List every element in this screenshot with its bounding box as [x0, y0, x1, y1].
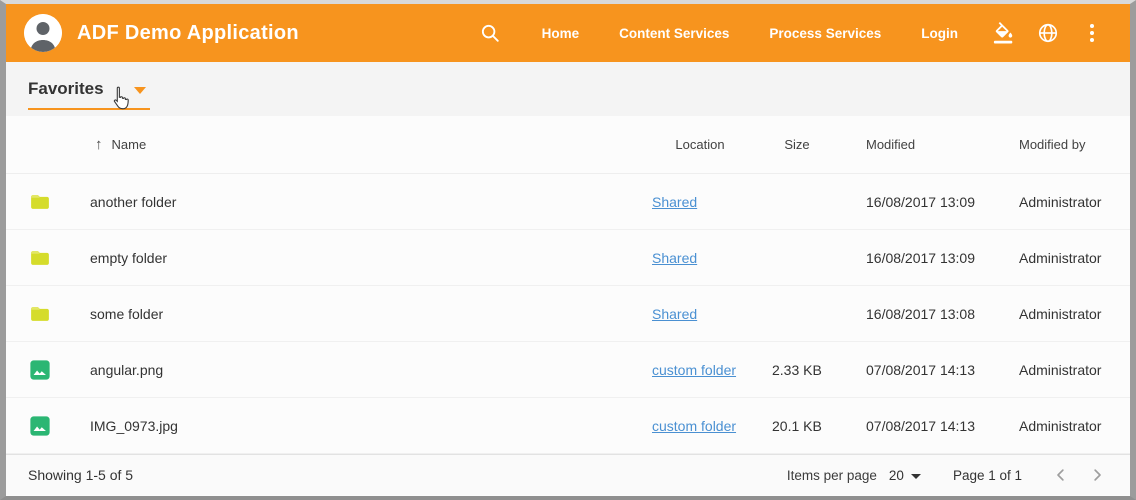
modified-date: 07/08/2017 14:13: [828, 362, 1011, 378]
location-link[interactable]: custom folder: [652, 418, 736, 434]
column-header-name-label: Name: [112, 137, 147, 152]
column-header-modified[interactable]: Modified: [828, 137, 1011, 152]
format-color-fill-icon[interactable]: [992, 21, 1016, 45]
table-header-row: ↑ Name Location Size Modified Modified b…: [6, 116, 1130, 174]
kebab-menu-icon[interactable]: [1080, 21, 1104, 45]
nav-item-process-services[interactable]: Process Services: [769, 26, 881, 41]
location-link[interactable]: custom folder: [652, 362, 736, 378]
pagination-bar: Showing 1-5 of 5 Items per page 20 Page …: [6, 454, 1130, 495]
document-list: ↑ Name Location Size Modified Modified b…: [6, 116, 1130, 454]
modified-by: Administrator: [1011, 418, 1130, 434]
chevron-down-icon: [911, 474, 921, 479]
pager-buttons: [1048, 462, 1110, 488]
file-size: 20.1 KB: [766, 418, 828, 434]
next-page-icon[interactable]: [1084, 462, 1110, 488]
top-bar-icon-group: [992, 21, 1104, 45]
row-icon-cell: [6, 415, 70, 437]
row-icon-cell: [6, 247, 70, 269]
sort-ascending-icon: ↑: [95, 137, 103, 152]
modified-date: 07/08/2017 14:13: [828, 418, 1011, 434]
modified-date: 16/08/2017 13:08: [828, 306, 1011, 322]
folder-icon: [29, 247, 51, 269]
modified-by: Administrator: [1011, 362, 1130, 378]
table-row[interactable]: angular.png custom folder 2.33 KB 07/08/…: [6, 342, 1130, 398]
row-icon-cell: [6, 303, 70, 325]
location-cell: Shared: [634, 194, 766, 210]
page-status-label: Page 1 of 1: [953, 468, 1022, 483]
image-icon: [29, 359, 51, 381]
column-header-location[interactable]: Location: [634, 137, 766, 152]
search-icon[interactable]: [478, 21, 502, 45]
folder-icon: [29, 303, 51, 325]
user-avatar-icon: [24, 14, 62, 52]
items-per-page-label: Items per page: [787, 468, 877, 483]
modified-by: Administrator: [1011, 194, 1130, 210]
nav-item-login[interactable]: Login: [921, 26, 958, 41]
file-name: some folder: [70, 306, 634, 322]
file-name: empty folder: [70, 250, 634, 266]
nav-item-home[interactable]: Home: [542, 26, 580, 41]
file-name: IMG_0973.jpg: [70, 418, 634, 434]
row-icon-cell: [6, 359, 70, 381]
location-cell: custom folder: [634, 418, 766, 434]
folder-icon: [29, 191, 51, 213]
modified-by: Administrator: [1011, 250, 1130, 266]
location-link[interactable]: Shared: [652, 250, 697, 266]
pagination-controls: Items per page 20 Page 1 of 1: [787, 462, 1110, 488]
view-selector-label: Favorites: [28, 79, 104, 99]
location-cell: Shared: [634, 250, 766, 266]
column-header-name[interactable]: ↑ Name: [70, 137, 634, 152]
table-row[interactable]: empty folder Shared 16/08/2017 13:09 Adm…: [6, 230, 1130, 286]
view-selector-bar: Favorites: [6, 62, 1130, 116]
chevron-down-icon: [134, 87, 146, 94]
nav-item-content-services[interactable]: Content Services: [619, 26, 729, 41]
top-bar-actions: Home Content Services Process Services L…: [478, 21, 1104, 45]
person-icon: [24, 14, 62, 52]
items-per-page-select[interactable]: 20: [889, 468, 921, 483]
table-body: another folder Shared 16/08/2017 13:09 A…: [6, 174, 1130, 454]
globe-icon[interactable]: [1036, 21, 1060, 45]
row-icon-cell: [6, 191, 70, 213]
items-per-page-value: 20: [889, 468, 904, 483]
table-row[interactable]: some folder Shared 16/08/2017 13:08 Admi…: [6, 286, 1130, 342]
modified-date: 16/08/2017 13:09: [828, 250, 1011, 266]
location-link[interactable]: Shared: [652, 194, 697, 210]
favorites-dropdown[interactable]: Favorites: [28, 79, 150, 110]
column-header-modified-by[interactable]: Modified by: [1011, 137, 1130, 152]
app-title: ADF Demo Application: [77, 22, 299, 45]
location-cell: custom folder: [634, 362, 766, 378]
showing-range-label: Showing 1-5 of 5: [28, 467, 133, 483]
file-size: 2.33 KB: [766, 362, 828, 378]
table-row[interactable]: another folder Shared 16/08/2017 13:09 A…: [6, 174, 1130, 230]
modified-date: 16/08/2017 13:09: [828, 194, 1011, 210]
file-name: another folder: [70, 194, 634, 210]
app-window: ADF Demo Application Home Content Servic…: [0, 0, 1136, 500]
top-app-bar: ADF Demo Application Home Content Servic…: [6, 4, 1130, 62]
column-header-size[interactable]: Size: [766, 137, 828, 152]
location-link[interactable]: Shared: [652, 306, 697, 322]
location-cell: Shared: [634, 306, 766, 322]
modified-by: Administrator: [1011, 306, 1130, 322]
previous-page-icon[interactable]: [1048, 462, 1074, 488]
image-icon: [29, 415, 51, 437]
table-row[interactable]: IMG_0973.jpg custom folder 20.1 KB 07/08…: [6, 398, 1130, 454]
file-name: angular.png: [70, 362, 634, 378]
